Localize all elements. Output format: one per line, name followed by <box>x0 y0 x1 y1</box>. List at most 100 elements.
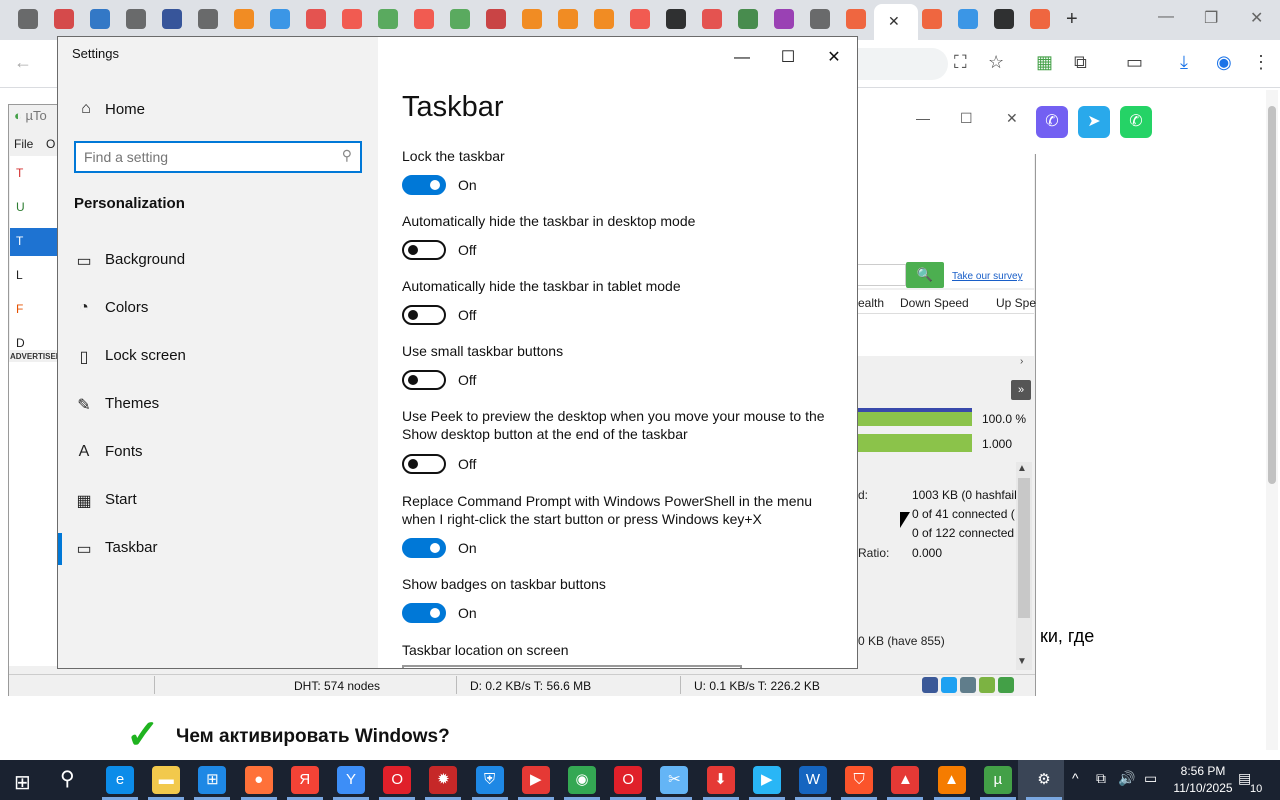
start-button[interactable]: ⊞ <box>14 770 31 795</box>
utorrent-close-button[interactable]: ✕ <box>1006 110 1018 127</box>
globe-icon[interactable] <box>960 677 976 693</box>
compass-icon[interactable] <box>270 9 290 29</box>
nav-colors[interactable]: ◔ Colors <box>58 289 378 329</box>
vlc-icon[interactable] <box>522 9 542 29</box>
find-setting-input[interactable] <box>84 147 324 167</box>
microsoft-icon[interactable] <box>922 9 942 29</box>
flash-icon[interactable] <box>486 9 506 29</box>
tree-item-devices[interactable]: D <box>16 336 25 350</box>
downloads-icon[interactable]: ⤓ <box>1180 52 1188 73</box>
browser-maximize-button[interactable]: ❐ <box>1204 8 1218 28</box>
brave-icon[interactable]: ⛉ <box>845 766 874 794</box>
flash-icon[interactable] <box>306 9 326 29</box>
tray-network-icon[interactable]: ▭ <box>1144 770 1157 787</box>
orange-icon[interactable] <box>234 9 254 29</box>
nav-taskbar[interactable]: ▭ Taskbar <box>58 529 378 569</box>
torrent-list-hscroll[interactable] <box>858 356 1034 372</box>
microsoft-icon[interactable] <box>1030 9 1050 29</box>
whatsapp-icon[interactable]: ✆ <box>1120 106 1152 138</box>
bookmark-star-icon[interactable]: ☆ <box>988 52 1004 73</box>
yandex-icon[interactable] <box>342 9 362 29</box>
utorrent-minimize-button[interactable]: — <box>916 110 930 126</box>
firefox-icon[interactable]: ● <box>244 766 273 794</box>
back-icon[interactable]: ← <box>14 52 32 73</box>
vlc-icon[interactable] <box>594 9 614 29</box>
check-status-icon[interactable] <box>998 677 1014 693</box>
article-heading[interactable]: Чем активировать Windows? <box>176 726 450 748</box>
tree-item-feeds[interactable]: F <box>16 302 23 316</box>
peek-preview-toggle[interactable] <box>402 454 446 474</box>
status-upload[interactable]: U: 0.1 KB/s T: 226.2 KB <box>694 679 820 693</box>
profile-icon[interactable]: ◉ <box>1216 52 1232 73</box>
advertisement-area[interactable] <box>9 362 58 666</box>
column-up-speed[interactable]: Up Spe <box>996 296 1036 310</box>
yandex-browser-icon[interactable]: Y <box>337 766 365 794</box>
utorrent-icon[interactable] <box>738 9 758 29</box>
vlc-icon[interactable]: ▲ <box>937 766 966 794</box>
find-setting-box[interactable]: ⚲ <box>74 141 362 173</box>
yandex-icon[interactable]: Я <box>290 766 319 794</box>
chevron-down-icon[interactable]: ▼ <box>1017 656 1027 667</box>
close-button[interactable]: ✕ <box>812 43 856 73</box>
news-icon[interactable] <box>810 9 830 29</box>
torrent-list[interactable] <box>858 314 1034 356</box>
zz-icon[interactable] <box>162 9 182 29</box>
taskbar-location-dropdown[interactable] <box>402 665 742 668</box>
twitter-icon[interactable] <box>941 677 957 693</box>
survey-link[interactable]: Take our survey <box>952 271 1023 282</box>
download-arrow-icon[interactable]: ⬇ <box>706 766 735 794</box>
powershell-replace-toggle[interactable] <box>402 538 446 558</box>
facebook-icon[interactable] <box>922 677 938 693</box>
vpn-icon[interactable]: W <box>799 766 827 794</box>
speed-icon[interactable] <box>702 9 722 29</box>
tree-item-labels[interactable]: L <box>16 268 23 282</box>
chevron-up-icon[interactable]: ▲ <box>1017 463 1027 474</box>
opera-icon[interactable]: O <box>383 766 412 794</box>
tree-item-transfers[interactable]: T <box>16 234 23 248</box>
info-scrollbar-thumb[interactable] <box>1018 478 1030 618</box>
status-dht[interactable]: DHT: 574 nodes <box>294 679 380 693</box>
microsoft-icon[interactable] <box>846 9 866 29</box>
tree-item-updates[interactable]: U <box>16 200 25 214</box>
utorrent-search-input[interactable] <box>858 264 906 286</box>
autohide-tablet-toggle[interactable] <box>402 305 446 325</box>
store-icon[interactable]: ⊞ <box>198 766 227 794</box>
edge-icon[interactable]: e <box>106 766 134 794</box>
shield-icon[interactable]: ⛨ <box>475 766 504 794</box>
tray-meet-icon[interactable]: ⧉ <box>1096 770 1106 787</box>
bug-icon[interactable]: ✹ <box>429 766 458 794</box>
taskbar-clock[interactable]: 8:56 PM 11/10/2025 <box>1172 763 1234 797</box>
player-icon[interactable]: ▶ <box>752 766 781 794</box>
nav-background[interactable]: ▭ Background <box>58 241 378 281</box>
browser-close-button[interactable]: ✕ <box>1250 8 1263 28</box>
download-icon[interactable] <box>90 9 110 29</box>
af-icon[interactable] <box>54 9 74 29</box>
taskbar-search-icon[interactable]: ⚲ <box>60 766 75 791</box>
column-health[interactable]: ealth <box>858 296 884 310</box>
puzzle-icon[interactable] <box>774 9 794 29</box>
media-icon[interactable]: ▶ <box>521 766 550 794</box>
maximize-button[interactable]: ☐ <box>766 43 810 73</box>
tray-overflow-icon[interactable]: ^ <box>1072 770 1079 786</box>
tree-item-torrents-root[interactable]: T <box>16 166 23 180</box>
menu-file[interactable]: File <box>14 137 33 151</box>
nav-home[interactable]: ⌂ Home <box>58 93 378 127</box>
cast-icon[interactable]: ▭ <box>1126 52 1143 73</box>
new-tab-button[interactable]: + <box>1066 8 1078 31</box>
menu-options[interactable]: O <box>46 137 55 151</box>
address-bar[interactable] <box>858 48 948 80</box>
browser-minimize-button[interactable]: — <box>1158 8 1174 26</box>
utorrent-maximize-button[interactable]: ☐ <box>960 110 973 127</box>
active-tab[interactable]: ✕ <box>874 4 918 40</box>
telegram-icon[interactable]: ➤ <box>1078 106 1110 138</box>
yandex-icon[interactable] <box>414 9 434 29</box>
globe-icon[interactable] <box>126 9 146 29</box>
file-explorer-icon[interactable]: ▬ <box>152 766 181 794</box>
translate-icon[interactable]: ⛶ <box>954 52 967 73</box>
lock-taskbar-toggle[interactable] <box>402 175 446 195</box>
chrome-icon[interactable]: ◉ <box>568 766 596 794</box>
k-icon[interactable] <box>994 9 1014 29</box>
nav-fonts[interactable]: A Fonts <box>58 433 378 473</box>
utorrent-icon[interactable] <box>378 9 398 29</box>
viber-icon[interactable]: ✆ <box>1036 106 1068 138</box>
